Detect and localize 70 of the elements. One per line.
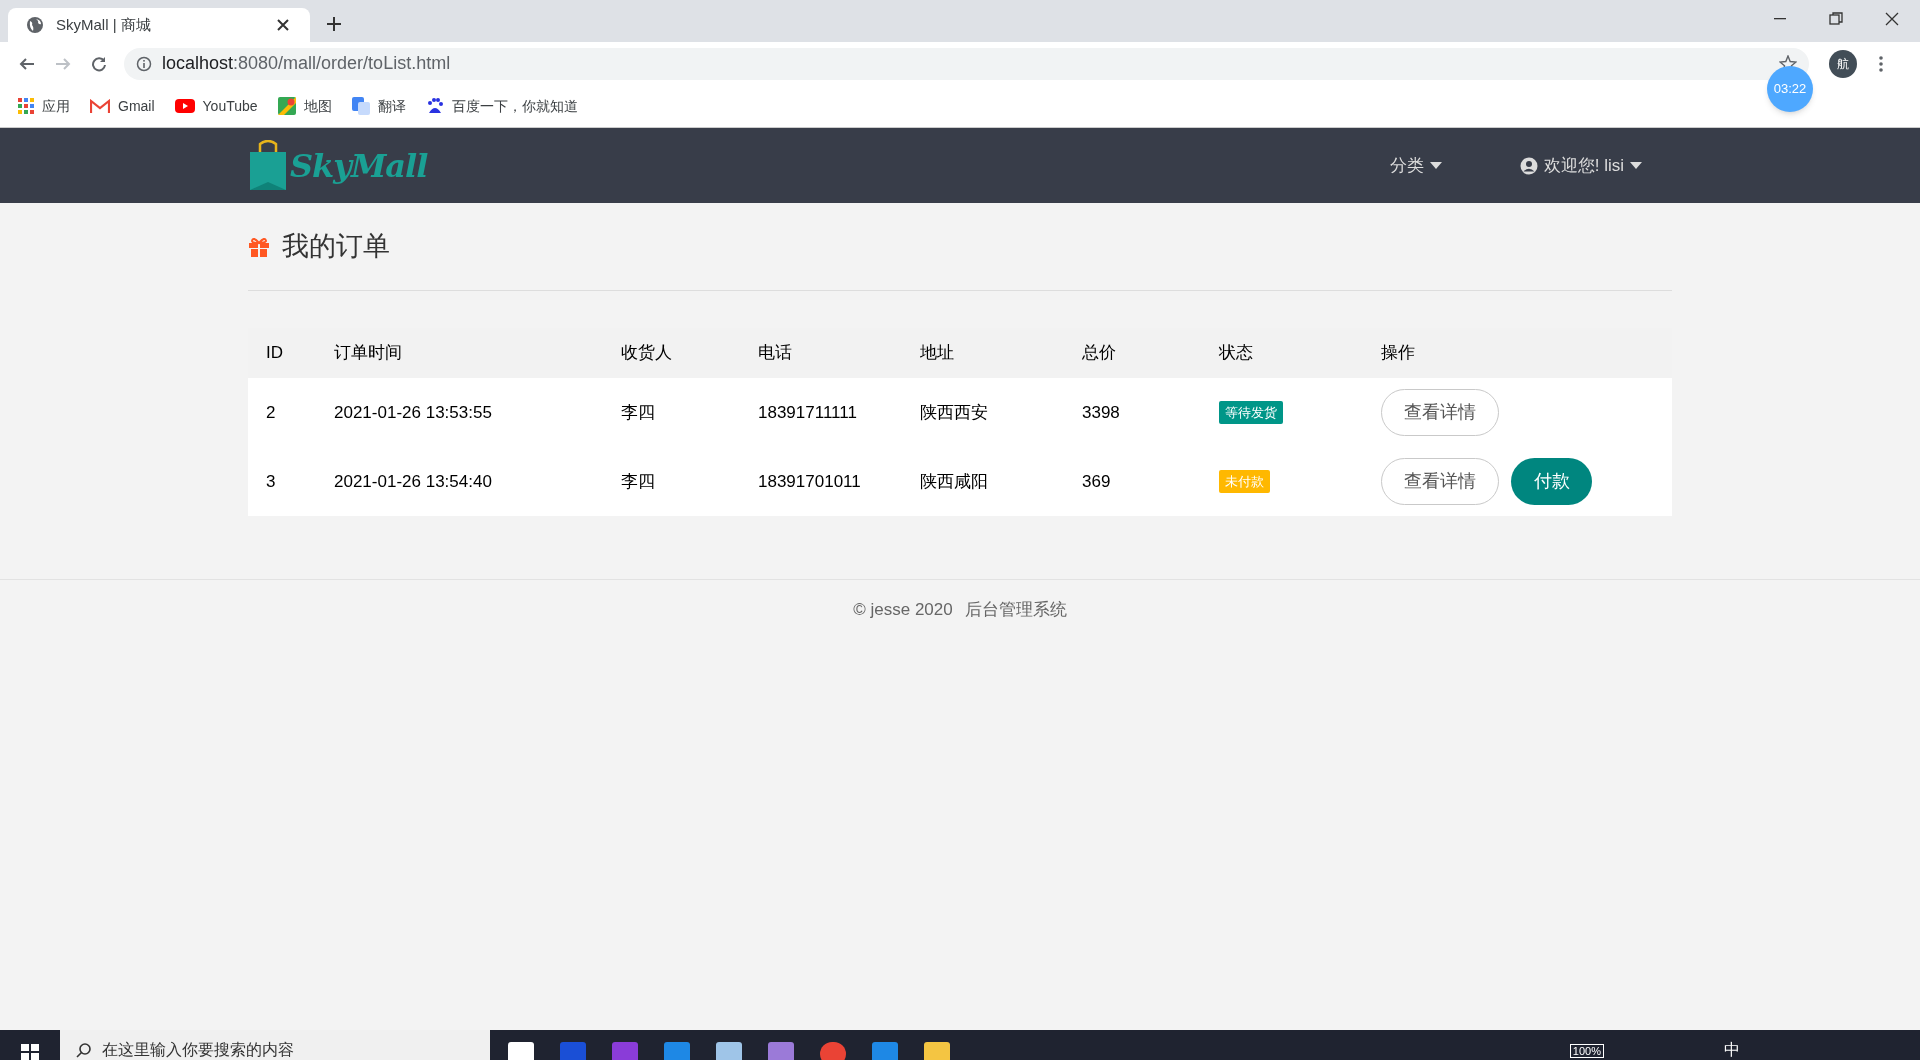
column-header: 状态 [1219, 342, 1254, 365]
table-cell-text: 3 [266, 470, 277, 493]
paw-icon [425, 97, 444, 115]
table-cell-text: 2021-01-26 13:54:40 [334, 470, 493, 493]
bookmark-link[interactable]: 地图 [277, 95, 332, 117]
profile-avatar[interactable]: 航 [1829, 49, 1857, 78]
table-cell-text: 3398 [1082, 401, 1121, 424]
admin-link[interactable]: 后台管理系统 [964, 596, 1067, 623]
column-header: 电话 [758, 342, 793, 365]
caret-icon [1429, 162, 1442, 169]
details-button[interactable]: 查看详情 [1381, 389, 1499, 436]
pay-button[interactable]: 付款 [1511, 458, 1592, 505]
bookmark-link[interactable]: 应用 [18, 95, 70, 117]
browser-tab[interactable]: SkyMall | 商城 [8, 8, 310, 42]
table-cell-text: 陕西西安 [920, 401, 989, 424]
plus-icon [326, 16, 342, 32]
close-icon [277, 19, 289, 31]
search-field[interactable]: 在这里输入你要搜索的内容 [60, 1030, 490, 1060]
page-title: 我的订单 [282, 230, 390, 264]
bookmark-link[interactable]: Gmail [90, 95, 155, 117]
shopping-bag-icon [248, 139, 288, 192]
minimize-icon [1774, 18, 1786, 20]
column-header: 操作 [1381, 342, 1416, 365]
table-cell-text: 2021-01-26 13:53:55 [334, 401, 493, 424]
mail-icon [90, 98, 110, 114]
forward-arrow-icon [55, 55, 71, 72]
tab-title: SkyMall | 商城 [56, 14, 152, 35]
info-icon [136, 55, 152, 72]
table-cell-text: 2 [266, 401, 277, 424]
details-button[interactable]: 查看详情 [1381, 458, 1499, 505]
reload-icon [91, 55, 107, 72]
play-icon [174, 99, 195, 113]
column-header: 订单时间 [334, 342, 403, 365]
copyright-text: © jesse 2020 [853, 598, 953, 621]
table-cell-text: 18391701011 [758, 470, 862, 493]
back-arrow-icon [19, 55, 35, 72]
taskbar-app-icon[interactable] [820, 1042, 846, 1060]
table-cell-text: 18391711111 [758, 401, 858, 424]
column-header: 总价 [1082, 342, 1117, 365]
globe-icon [26, 16, 44, 34]
apps-grid-icon [18, 98, 34, 114]
column-header: 收货人 [621, 342, 673, 365]
column-header: ID [266, 342, 284, 365]
address-bar[interactable]: localhost:8080/mall/order/toList.html [124, 47, 1809, 80]
map-icon [277, 97, 296, 115]
table-cell-text: 李四 [621, 470, 656, 493]
column-header: 地址 [920, 342, 955, 365]
more-icon [1879, 55, 1883, 72]
nav-menu[interactable]: 欢迎您! lisi [1519, 152, 1642, 179]
user-icon [1519, 156, 1538, 175]
table-cell-text: 李四 [621, 401, 656, 424]
nav-menu[interactable]: 分类 [1389, 152, 1442, 179]
restore-icon [1828, 11, 1844, 27]
gift-icon [248, 235, 270, 258]
table-cell-text: 369 [1082, 470, 1112, 493]
bookmark-link[interactable]: 翻译 [351, 95, 406, 117]
bookmark-link[interactable]: YouTube [174, 95, 258, 117]
status-badge: 未付款 [1219, 469, 1270, 494]
translate-icon [351, 97, 370, 115]
status-badge: 等待发货 [1219, 400, 1283, 425]
bookmark-link[interactable]: 百度一下，你就知道 [425, 95, 578, 117]
battery-indicator: 100% [1569, 1044, 1604, 1058]
close-icon [1884, 11, 1900, 27]
windows-logo-icon [21, 1044, 39, 1060]
input-method-indicator[interactable]: 中 [1724, 1038, 1740, 1060]
caret-icon [1630, 162, 1642, 169]
url-text: localhost:8080/mall/order/toList.html [162, 52, 452, 75]
logo-text: SkyMall [290, 145, 428, 187]
search-icon [76, 1042, 92, 1058]
table-cell-text: 陕西咸阳 [920, 470, 989, 493]
